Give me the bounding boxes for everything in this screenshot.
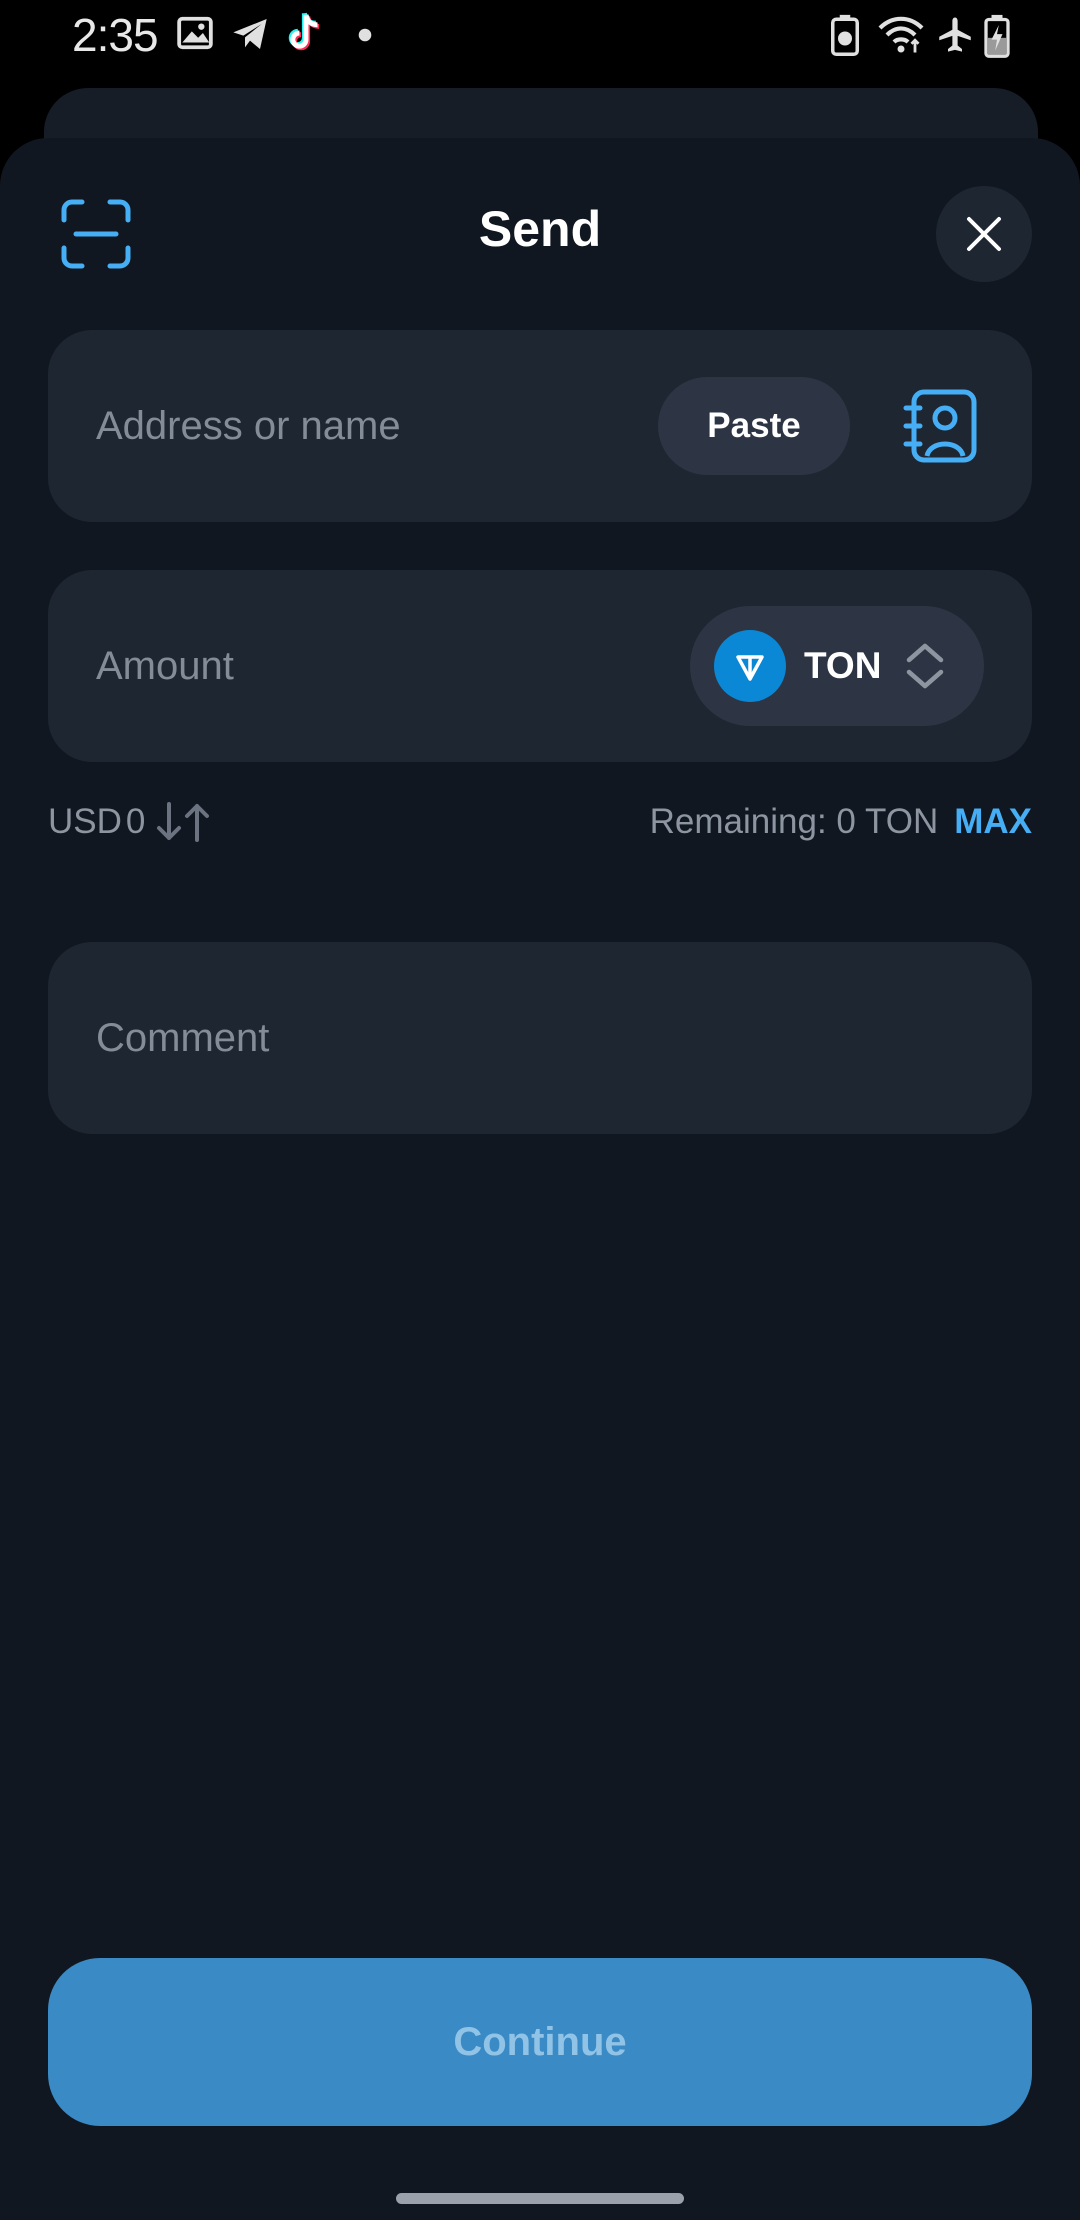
amount-field[interactable]: Amount TON — [48, 570, 1032, 762]
comment-field[interactable]: Comment — [48, 942, 1032, 1134]
amount-placeholder: Amount — [96, 643, 234, 688]
ton-logo-icon — [714, 630, 786, 702]
token-selector[interactable]: TON — [690, 606, 984, 726]
close-icon — [967, 217, 1001, 251]
status-time: 2:35 — [72, 9, 159, 61]
status-bar: 2:35 — [0, 0, 1080, 72]
contacts-book-icon — [903, 389, 977, 463]
continue-button[interactable]: Continue — [48, 1958, 1032, 2126]
gallery-icon — [177, 16, 213, 50]
address-placeholder: Address or name — [96, 403, 401, 448]
currency-conversion[interactable]: USD 0 — [48, 800, 211, 844]
home-indicator[interactable] — [396, 2193, 684, 2204]
close-button[interactable] — [936, 186, 1032, 282]
chevron-up-down-icon — [906, 643, 944, 689]
battery-saver-icon — [831, 14, 859, 56]
comment-placeholder: Comment — [96, 1015, 270, 1060]
contacts-button[interactable] — [900, 386, 980, 466]
telegram-icon — [233, 19, 267, 49]
airplane-mode-icon — [939, 17, 971, 52]
max-button[interactable]: MAX — [954, 802, 1032, 842]
currency-label: USD — [48, 802, 122, 841]
wifi-icon — [878, 16, 924, 53]
token-label: TON — [804, 645, 882, 686]
paste-button[interactable]: Paste — [658, 377, 850, 475]
dot-icon — [358, 28, 372, 42]
swap-arrows-icon[interactable] — [155, 800, 211, 844]
page-title: Send — [478, 201, 602, 257]
battery-charging-icon — [984, 14, 1010, 58]
address-field[interactable]: Address or name Paste — [48, 330, 1032, 522]
currency-value: 0 — [125, 802, 146, 841]
remaining-balance: Remaining: 0 TON — [649, 802, 939, 841]
tiktok-icon — [288, 12, 320, 51]
balance-row: Remaining: 0 TON MAX — [650, 800, 1032, 844]
